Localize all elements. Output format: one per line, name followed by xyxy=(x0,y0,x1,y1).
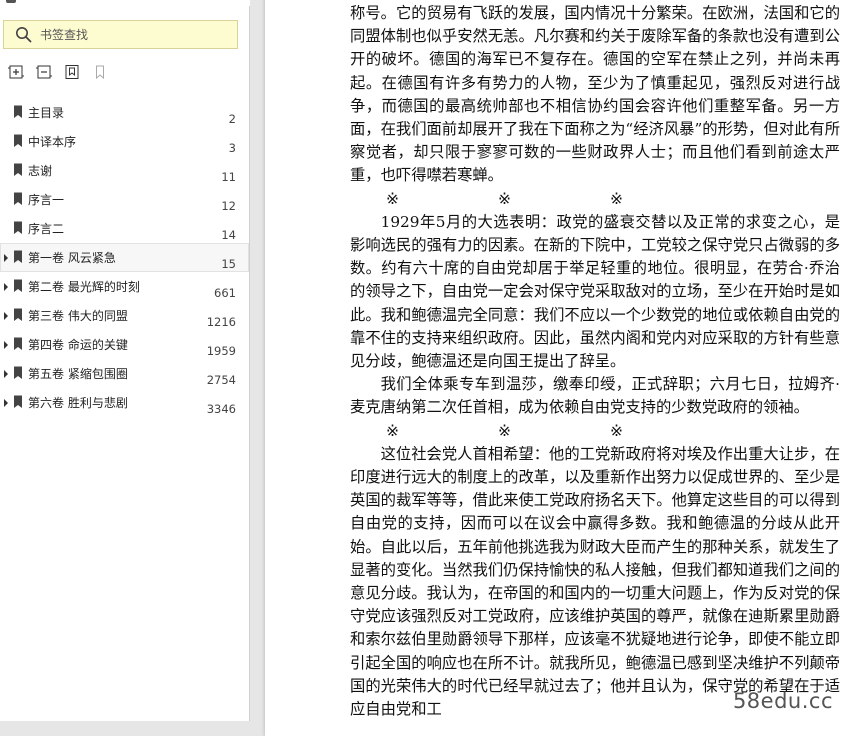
bookmark-icon xyxy=(13,163,23,177)
bookmark-icon xyxy=(13,192,23,206)
section-separator: ※ ※ ※ xyxy=(350,420,840,443)
bookmark-search-input[interactable] xyxy=(38,26,222,43)
bookmark-icon xyxy=(13,134,23,148)
delete-bookmark-icon xyxy=(92,64,108,84)
bookmark-item[interactable]: 主目录 2 xyxy=(0,98,249,127)
bookmark-toolbar xyxy=(6,64,109,84)
bookmark-page-number: 12 xyxy=(221,199,236,213)
bookmark-panel: 主目录2中译本序3志谢11序言一12序言二14第一卷 风云紧急15第二卷 最光辉… xyxy=(0,0,250,721)
bookmark-icon xyxy=(13,308,23,322)
panel-top-edge xyxy=(0,0,250,6)
bookmark-label: 第五卷 紧缩包围圈 xyxy=(28,367,128,381)
bookmark-label: 第三卷 伟大的同盟 xyxy=(28,309,128,323)
bookmark-item[interactable]: 第二卷 最光辉的时刻 661 xyxy=(0,272,249,301)
page-body: 称号。它的贸易有飞跃的发展，国内情况十分繁荣。在欧洲，法国和它的同盟体制也似乎安… xyxy=(350,2,840,721)
expand-arrow-icon[interactable] xyxy=(4,312,8,320)
separator-mark: ※ xyxy=(386,421,399,440)
bookmark-item[interactable]: 中译本序 3 xyxy=(0,127,249,156)
bookmark-label: 第四卷 命运的关键 xyxy=(28,338,128,352)
bookmark-item[interactable]: 志谢 11 xyxy=(0,156,249,185)
separator-mark: ※ xyxy=(498,189,511,208)
bookmark-icon xyxy=(13,395,23,409)
bookmark-label: 主目录 xyxy=(28,106,65,120)
separator-mark: ※ xyxy=(498,421,511,440)
bookmark-item[interactable]: 第四卷 命运的关键 1959 xyxy=(0,330,249,359)
add-bookmark-icon xyxy=(64,64,80,84)
bookmark-label: 第一卷 风云紧急 xyxy=(28,251,116,265)
bookmark-label: 中译本序 xyxy=(28,135,77,149)
paragraph: 称号。它的贸易有飞跃的发展，国内情况十分繁荣。在欧洲，法国和它的同盟体制也似乎安… xyxy=(350,4,840,185)
bookmark-item[interactable]: 序言二 14 xyxy=(0,214,249,243)
document-page: 称号。它的贸易有飞跃的发展，国内情况十分繁荣。在欧洲，法国和它的同盟体制也似乎安… xyxy=(265,0,847,736)
bookmark-item[interactable]: 第三卷 伟大的同盟 1216 xyxy=(0,301,249,330)
paragraph: 这位社会党人首相希望：他的工党新政府将对埃及作出重大让步，在印度进行远大的制度上… xyxy=(350,444,840,719)
bookmark-icon xyxy=(13,105,23,119)
bookmark-icon xyxy=(13,366,23,380)
paragraph: 1929年5月的大选表明：政党的盛衰交替以及正常的求变之心，是影响选民的强有力的… xyxy=(350,212,840,371)
separator-mark: ※ xyxy=(610,189,623,208)
bookmark-page-number: 1959 xyxy=(206,344,236,358)
expand-all-icon xyxy=(7,64,24,84)
bookmark-icon xyxy=(13,279,23,293)
bookmark-list: 主目录 2 中译本序 3 志谢 11 序言一 12 序言二 14 第一卷 风云紧急 15 第二卷 最光辉… xyxy=(0,98,249,417)
section-separator: ※ ※ ※ xyxy=(350,188,840,211)
bookmark-label: 第六卷 胜利与悲剧 xyxy=(28,396,128,410)
separator-mark: ※ xyxy=(610,421,623,440)
bookmark-item[interactable]: 第五卷 紧缩包围圈 2754 xyxy=(0,359,249,388)
delete-bookmark-button[interactable] xyxy=(90,64,109,83)
bookmark-label: 序言一 xyxy=(28,193,65,207)
bookmark-search-box[interactable] xyxy=(3,20,238,49)
panel-top-handle xyxy=(6,0,16,3)
search-icon xyxy=(12,23,36,47)
add-bookmark-button[interactable] xyxy=(62,64,81,83)
collapse-all-icon xyxy=(35,64,52,84)
bookmark-page-number: 11 xyxy=(221,170,236,184)
expand-arrow-icon[interactable] xyxy=(4,399,8,407)
bookmark-page-number: 15 xyxy=(221,257,236,271)
expand-arrow-icon[interactable] xyxy=(4,283,8,291)
bookmark-label: 第二卷 最光辉的时刻 xyxy=(28,280,140,294)
expand-arrow-icon[interactable] xyxy=(4,254,8,262)
bookmark-icon xyxy=(13,221,23,235)
expand-all-button[interactable] xyxy=(6,64,25,83)
bookmark-item[interactable]: 第六卷 胜利与悲剧 3346 xyxy=(0,388,249,417)
document-viewport[interactable]: 称号。它的贸易有飞跃的发展，国内情况十分繁荣。在欧洲，法国和它的同盟体制也似乎安… xyxy=(251,0,847,736)
bookmark-label: 志谢 xyxy=(28,164,53,178)
bookmark-page-number: 661 xyxy=(214,286,236,300)
bookmark-label: 序言二 xyxy=(28,222,65,236)
collapse-all-button[interactable] xyxy=(34,64,53,83)
bookmark-page-number: 14 xyxy=(221,228,236,242)
bookmark-page-number: 2 xyxy=(228,112,236,126)
site-watermark: 58edu.cc xyxy=(732,689,833,713)
bookmark-item[interactable]: 序言一 12 xyxy=(0,185,249,214)
bookmark-page-number: 3 xyxy=(228,141,236,155)
expand-arrow-icon[interactable] xyxy=(4,370,8,378)
bookmark-page-number: 2754 xyxy=(206,373,236,387)
bookmark-page-number: 1216 xyxy=(206,315,236,329)
bookmark-icon xyxy=(13,337,23,351)
bookmark-page-number: 3346 xyxy=(206,402,236,416)
bookmark-item[interactable]: 第一卷 风云紧急 15 xyxy=(0,243,249,272)
bookmark-icon xyxy=(13,250,23,264)
paragraph: 我们全体乘专车到温莎，缴奉印绶，正式辞职；六月七日，拉姆齐·麦克唐纳第二次任首相… xyxy=(350,375,840,417)
separator-mark: ※ xyxy=(386,189,399,208)
expand-arrow-icon[interactable] xyxy=(4,341,8,349)
